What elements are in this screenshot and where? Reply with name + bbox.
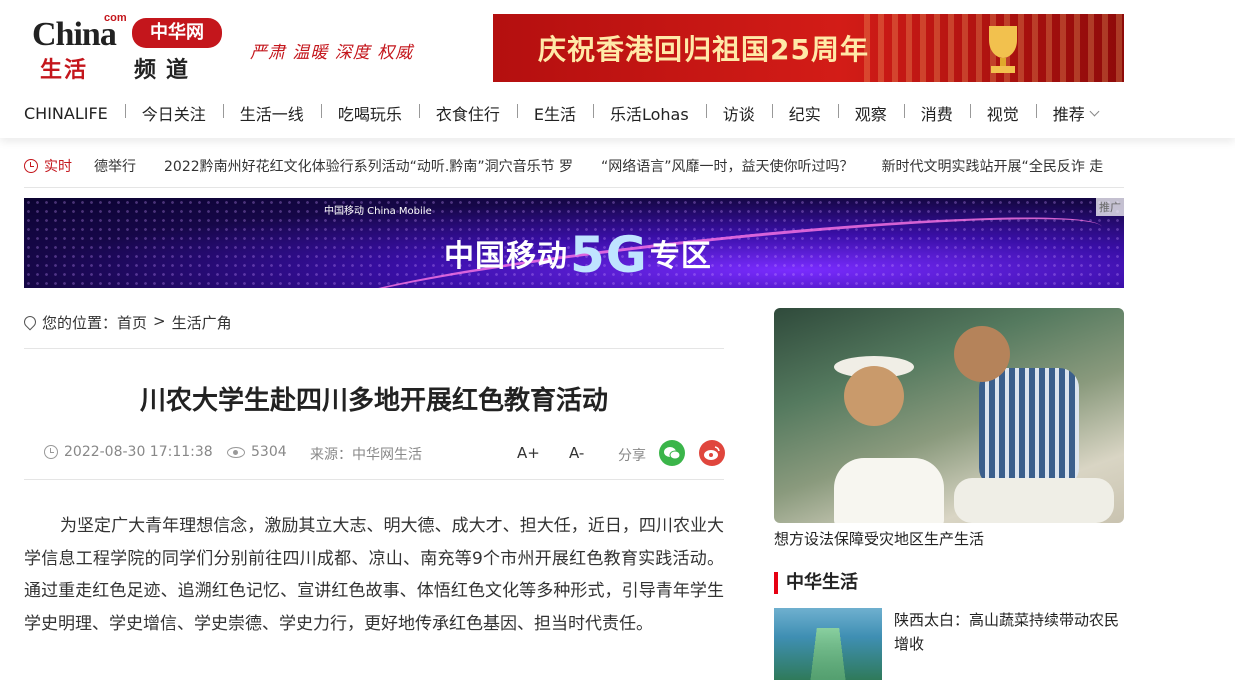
share-label: 分享 [618,448,646,464]
featured-image[interactable] [774,308,1124,523]
nav-item-daily-living[interactable]: 衣食住行 [418,101,517,125]
main-nav: CHINALIFE 今日关注 生活一线 吃喝玩乐 衣食住行 E生活 乐活Loha… [24,96,1115,130]
china-mobile-logo: 中国移动 China Mobile [324,206,432,217]
chevron-down-icon [1089,106,1100,116]
site-slogan: 严肃 温暖 深度 权威 [250,43,414,63]
weibo-glyph [704,446,720,460]
nav-item-food-fun[interactable]: 吃喝玩乐 [320,101,419,125]
image-container [954,478,1114,523]
ticker-items: 德举行 2022黔南州好花红文化体验行系列活动“动听.黔南”洞穴音乐节 罗 “网… [94,156,1124,176]
ticker-label-text: 实时 [44,159,72,175]
view-count: 5304 [227,444,287,460]
site-header: China com 中华网 生活 频道 严肃 温暖 深度 权威 庆祝香港回归祖国… [0,0,1235,138]
nav-item-e-life[interactable]: E生活 [516,101,593,125]
publish-date-text: 2022-08-30 17:11:38 [64,444,213,460]
eye-icon [227,446,245,458]
weibo-share-icon[interactable] [699,440,725,466]
breadcrumb: 您的位置： 首页 > 生活广角 [21,312,724,349]
location-pin-icon [21,313,39,331]
nav-item-today[interactable]: 今日关注 [124,101,223,125]
ticker-item[interactable]: 2022黔南州好花红文化体验行系列活动“动听.黔南”洞穴音乐节 罗 [164,156,573,176]
nav-item-interview[interactable]: 访谈 [705,101,772,125]
thumbnail-graphic [809,628,847,680]
nav-item-observe[interactable]: 观察 [837,101,904,125]
nav-item-documentary[interactable]: 纪实 [771,101,838,125]
ticker-item[interactable]: 新时代文明实践站开展“全民反诈 走 [882,156,1104,176]
image-figure [979,368,1079,488]
banner-prefix: 中国移动 [444,239,568,274]
nav-item-life-frontline[interactable]: 生活一线 [222,101,321,125]
banner-5g-headline: 中国移动5G专区 [444,226,712,284]
nav-item-recommend[interactable]: 推荐 [1035,101,1115,125]
banner-5g: 5G [570,226,648,284]
view-count-text: 5304 [251,444,287,460]
breadcrumb-separator: > [153,312,166,330]
nav-item-visual[interactable]: 视觉 [969,101,1036,125]
section-title: 中华生活 [774,572,858,594]
image-figure [954,326,1010,382]
featured-caption[interactable]: 想方设法保障受灾地区生产生活 [774,528,984,549]
list-item-thumbnail[interactable] [774,608,882,680]
nav-item-consume[interactable]: 消费 [903,101,970,125]
wechat-share-icon[interactable] [659,440,685,466]
logo-com: com [104,12,127,24]
logo-channel-b: 频道 [134,58,199,83]
news-ticker: 实时 德举行 2022黔南州好花红文化体验行系列活动“动听.黔南”洞穴音乐节 罗… [24,150,1124,188]
breadcrumb-home[interactable]: 首页 [117,312,147,333]
article-body: 为坚定广大青年理想信念，激励其立大志、明大德、成大才、担大任，近日，四川农业大学… [24,516,724,634]
china-mobile-5g-banner[interactable]: 中国移动 China Mobile 中国移动5G专区 推广 [24,198,1124,288]
image-figure [844,366,904,426]
clock-icon [24,159,38,173]
article-meta: 2022-08-30 17:11:38 5304 来源：中华网生活 A+ A- … [24,438,725,480]
font-increase-button[interactable]: A+ [517,444,540,462]
nav-item-chinalife[interactable]: CHINALIFE [24,104,125,123]
font-decrease-button[interactable]: A- [569,444,584,462]
wechat-glyph [664,447,681,460]
logo-channel-a: 生活 [40,58,89,83]
clock-icon [44,445,58,459]
top-banner-text: 庆祝香港回归祖国25周年 [538,33,869,66]
publish-date: 2022-08-30 17:11:38 [44,444,213,460]
ticker-item[interactable]: “网络语言”风靡一时，益天使你听过吗？ [601,156,854,176]
list-item-title[interactable]: 陕西太白：高山蔬菜持续带动农民增收 [894,608,1124,656]
article-source: 来源：中华网生活 [310,447,422,463]
nav-item-lohas[interactable]: 乐活Lohas [592,101,706,125]
breadcrumb-section[interactable]: 生活广角 [172,312,232,333]
trophy-icon [989,26,1017,73]
top-ad-banner[interactable]: 庆祝香港回归祖国25周年 [493,14,1124,82]
logo-badge: 中华网 [132,18,222,48]
banner-suffix: 专区 [649,239,712,274]
ticker-label: 实时 [24,156,72,176]
site-logo[interactable]: China com 中华网 生活 频道 [30,12,230,83]
article-title: 川农大学生赴四川多地开展红色教育活动 [139,386,608,416]
image-container [834,458,944,523]
nav-recommend-label: 推荐 [1052,105,1085,124]
ad-badge: 推广 [1096,198,1124,216]
ticker-item[interactable]: 德举行 [94,156,136,176]
breadcrumb-label: 您的位置： [42,314,118,332]
